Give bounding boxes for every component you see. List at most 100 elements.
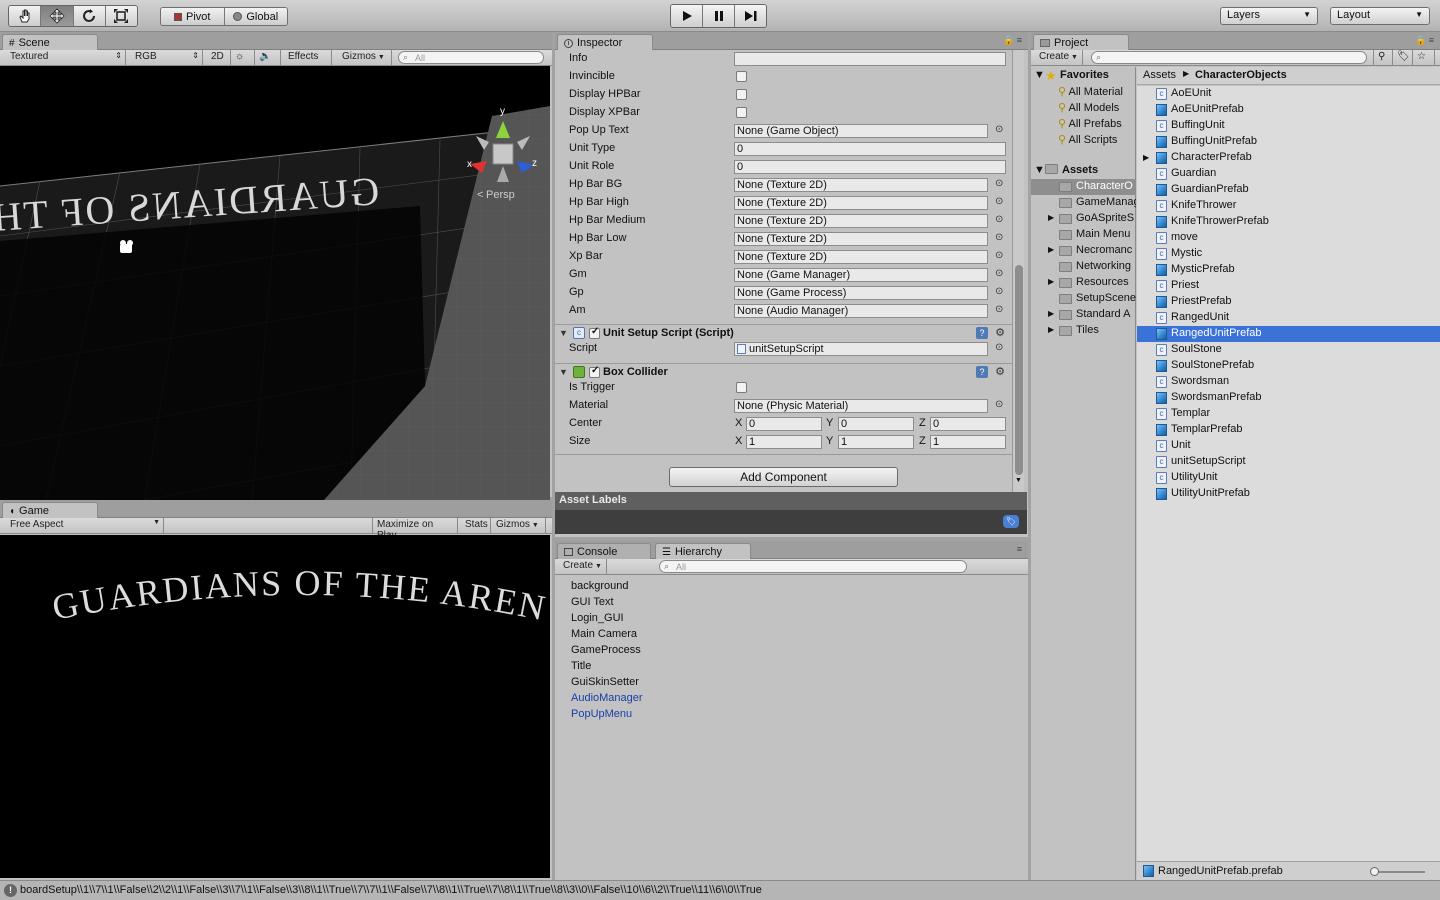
unit-setup-script-header[interactable]: ▼ c ✓ Unit Setup Script (Script) ? ⚙ xyxy=(555,324,1013,342)
hierarchy-item[interactable]: background xyxy=(571,580,629,592)
tab-scene[interactable]: # Scene xyxy=(2,34,98,50)
tab-hierarchy[interactable]: ☰ Hierarchy xyxy=(655,543,751,559)
folder-item[interactable]: Main Menu xyxy=(1031,227,1136,243)
object-field[interactable]: None (Game Process) xyxy=(734,286,988,300)
effects-dropdown[interactable]: Effects ▼ xyxy=(284,50,332,72)
prefab-item[interactable]: MysticPrefab xyxy=(1137,262,1440,278)
favorite-star-icon[interactable]: ☆ xyxy=(1413,50,1435,65)
prefab-item[interactable]: SwordsmanPrefab xyxy=(1137,390,1440,406)
inspector-scrollbar[interactable]: ▼ xyxy=(1012,50,1024,492)
audio-toggle[interactable]: 🔈 xyxy=(255,50,281,65)
prefab-item[interactable]: BuffingUnitPrefab xyxy=(1137,134,1440,150)
tag-icon[interactable]: 🏷 xyxy=(1003,515,1019,528)
text-field[interactable] xyxy=(734,52,1006,66)
tab-inspector[interactable]: i Inspector xyxy=(557,34,653,50)
object-field[interactable]: None (Texture 2D) xyxy=(734,196,988,210)
object-picker-icon[interactable]: ⊙ xyxy=(995,178,1003,189)
prefab-item[interactable]: RangedUnitPrefab xyxy=(1137,326,1440,342)
gear-icon[interactable]: ⚙ xyxy=(995,365,1005,378)
script-item[interactable]: c BuffingUnit xyxy=(1137,118,1440,134)
object-field[interactable]: None (Texture 2D) xyxy=(734,250,988,264)
size-z-field[interactable]: 1 xyxy=(930,435,1006,449)
rotate-tool-icon[interactable] xyxy=(73,6,106,26)
folder-item[interactable]: ▶ Standard A xyxy=(1031,307,1136,323)
prefab-item[interactable]: KnifeThrowerPrefab xyxy=(1137,214,1440,230)
favorite-item[interactable]: ⚲ All Prefabs xyxy=(1058,117,1122,130)
hierarchy-search-input[interactable]: ⌕ All xyxy=(659,560,967,573)
hierarchy-item[interactable]: Login_GUI xyxy=(571,612,624,624)
maximize-on-play-toggle[interactable]: Maximize on Play xyxy=(372,518,458,541)
pause-button[interactable] xyxy=(703,5,735,27)
favorite-item[interactable]: ⚲ All Scripts xyxy=(1058,133,1117,146)
text-field[interactable]: 0 xyxy=(734,160,1006,174)
object-picker-icon[interactable]: ⊙ xyxy=(995,304,1003,315)
object-field[interactable]: None (Audio Manager) xyxy=(734,304,988,318)
status-bar[interactable]: ! boardSetup\\1\\7\\1\\False\\2\\2\\1\\F… xyxy=(0,880,1440,900)
script-item[interactable]: c move xyxy=(1137,230,1440,246)
object-picker-icon[interactable]: ⊙ xyxy=(995,342,1003,353)
scene-search-input[interactable]: ⌕ All xyxy=(398,51,544,64)
expand-arrow-icon[interactable]: ▶ xyxy=(1143,150,1149,165)
object-picker-icon[interactable]: ⊙ xyxy=(995,399,1003,410)
game-gizmos-dropdown[interactable]: Gizmos ▼ xyxy=(492,518,546,533)
folder-item[interactable]: GameManag xyxy=(1031,195,1136,211)
panel-menu-icon[interactable]: ≡ xyxy=(1017,544,1022,554)
lighting-toggle[interactable]: ☼ xyxy=(231,50,255,65)
hierarchy-item[interactable]: PopUpMenu xyxy=(571,708,632,720)
stats-toggle[interactable]: Stats xyxy=(461,518,491,533)
object-picker-icon[interactable]: ⊙ xyxy=(995,250,1003,261)
text-field[interactable]: 0 xyxy=(734,142,1006,156)
center-x-field[interactable]: 0 xyxy=(746,417,822,431)
render-mode-dropdown[interactable]: RGB ⇕ xyxy=(131,50,203,65)
object-picker-icon[interactable]: ⊙ xyxy=(995,196,1003,207)
filter-by-type-icon[interactable]: ⚲ xyxy=(1373,50,1393,65)
unit-setup-enabled-checkbox[interactable]: ✓ xyxy=(589,326,600,339)
prefab-item[interactable]: PriestPrefab xyxy=(1137,294,1440,310)
hierarchy-create-dropdown[interactable]: Create ▼ xyxy=(559,559,607,574)
step-button[interactable] xyxy=(735,5,766,27)
tab-project[interactable]: Project xyxy=(1033,34,1129,50)
expand-arrow-icon[interactable]: ▶ xyxy=(1048,309,1054,318)
script-item[interactable]: c Mystic xyxy=(1137,246,1440,262)
project-search-input[interactable]: ⌕ xyxy=(1091,51,1367,64)
prefab-item[interactable]: SoulStonePrefab xyxy=(1137,358,1440,374)
object-picker-icon[interactable]: ⊙ xyxy=(995,268,1003,279)
hierarchy-item[interactable]: Main Camera xyxy=(571,628,637,640)
scrollbar-thumb[interactable] xyxy=(1015,265,1023,475)
pivot-button[interactable]: Pivot xyxy=(161,8,225,25)
size-y-field[interactable]: 1 xyxy=(838,435,914,449)
object-field[interactable]: None (Game Manager) xyxy=(734,268,988,282)
object-field[interactable]: None (Texture 2D) xyxy=(734,178,988,192)
icon-size-slider[interactable] xyxy=(1370,867,1425,876)
script-item[interactable]: c UtilityUnit xyxy=(1137,470,1440,486)
gear-icon[interactable]: ⚙ xyxy=(995,326,1005,339)
property-checkbox[interactable] xyxy=(736,71,747,82)
center-y-field[interactable]: 0 xyxy=(838,417,914,431)
tab-console[interactable]: Console xyxy=(557,543,651,559)
hierarchy-item[interactable]: GUI Text xyxy=(571,596,614,608)
script-item[interactable]: c Swordsman xyxy=(1137,374,1440,390)
scroll-down-icon[interactable]: ▼ xyxy=(1015,477,1022,484)
center-z-field[interactable]: 0 xyxy=(930,417,1006,431)
prefab-item[interactable]: TemplarPrefab xyxy=(1137,422,1440,438)
property-checkbox[interactable] xyxy=(736,107,747,118)
object-picker-icon[interactable]: ⊙ xyxy=(995,214,1003,225)
slider-handle[interactable] xyxy=(1370,867,1379,876)
material-field[interactable]: None (Physic Material) xyxy=(734,399,988,413)
lock-icon[interactable]: 🔒 ≡ xyxy=(1003,35,1022,46)
prefab-item[interactable]: AoEUnitPrefab xyxy=(1137,102,1440,118)
tab-game[interactable]: ◖ Game xyxy=(2,502,98,518)
box-collider-enabled-checkbox[interactable]: ✓ xyxy=(589,365,600,378)
object-picker-icon[interactable]: ⊙ xyxy=(995,286,1003,297)
favorite-item[interactable]: ⚲ All Models xyxy=(1058,101,1119,114)
box-collider-header[interactable]: ▼ ✓ Box Collider ? ⚙ xyxy=(555,363,1013,381)
mode-2d-toggle[interactable]: 2D xyxy=(207,50,231,65)
folder-item[interactable]: CharacterO xyxy=(1031,179,1136,195)
game-viewport[interactable]: GUARDIANS OF THE ARENA xyxy=(0,535,550,878)
script-item[interactable]: c RangedUnit xyxy=(1137,310,1440,326)
folder-item[interactable]: SetupScene xyxy=(1031,291,1136,307)
foldout-arrow-icon[interactable]: ▼ xyxy=(559,328,568,338)
script-item[interactable]: c Priest xyxy=(1137,278,1440,294)
prefab-item[interactable]: GuardianPrefab xyxy=(1137,182,1440,198)
script-item[interactable]: c KnifeThrower xyxy=(1137,198,1440,214)
